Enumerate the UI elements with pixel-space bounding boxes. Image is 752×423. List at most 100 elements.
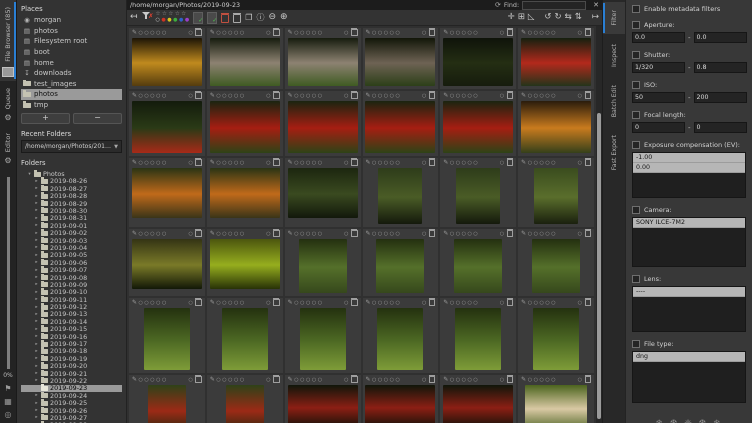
- rank-dot-icon[interactable]: ○: [539, 29, 543, 37]
- edit-profile-icon[interactable]: ✎: [288, 159, 293, 167]
- edit-profile-icon[interactable]: ✎: [443, 92, 448, 100]
- rank-dot-icon[interactable]: ○: [384, 376, 388, 384]
- rank-dot-icon[interactable]: ○: [551, 92, 555, 100]
- rank-dot-icon[interactable]: ○: [312, 29, 316, 37]
- iso-from-input[interactable]: [632, 92, 685, 103]
- rank-dot-icon[interactable]: ○: [534, 159, 538, 167]
- rank-dot-icon[interactable]: ○: [539, 159, 543, 167]
- rank-dot-icon[interactable]: ○: [384, 299, 388, 307]
- rank-dot-icon[interactable]: ○: [306, 29, 310, 37]
- trash-icon[interactable]: [351, 230, 358, 237]
- rank-dot-icon[interactable]: ○: [539, 376, 543, 384]
- thumbnail-grid-icon[interactable]: ▦: [4, 398, 12, 406]
- edit-profile-icon[interactable]: ✎: [521, 376, 526, 384]
- thumbnail-image[interactable]: [455, 308, 501, 370]
- color-label-icon[interactable]: ○: [344, 299, 348, 307]
- rank-dot-icon[interactable]: ○: [528, 29, 532, 37]
- edit-profile-icon[interactable]: ✎: [521, 230, 526, 238]
- rank-dot-icon[interactable]: ○: [378, 92, 382, 100]
- color-label-icon[interactable]: ○: [500, 29, 504, 37]
- rank-dot-icon[interactable]: ○: [378, 230, 382, 238]
- thumbnail-image[interactable]: [377, 308, 423, 370]
- show-unedited-filter-button[interactable]: ✓: [207, 12, 217, 24]
- place-item[interactable]: ▤ photos: [21, 26, 122, 37]
- trash-icon[interactable]: [273, 299, 280, 306]
- rank-dot-icon[interactable]: ○: [144, 299, 148, 307]
- rank-dot-icon[interactable]: ○: [318, 159, 322, 167]
- thumbnail-cell[interactable]: ✎ ○ ○ ○ ○ ○ ○: [518, 91, 594, 156]
- thumbnail-cell[interactable]: ✎ ○ ○ ○ ○ ○ ○: [207, 229, 283, 296]
- rank-dot-icon[interactable]: ○: [396, 376, 400, 384]
- rank-dot-icon[interactable]: ○: [234, 29, 238, 37]
- edit-profile-icon[interactable]: ✎: [443, 376, 448, 384]
- rank-dot-icon[interactable]: ○: [372, 376, 376, 384]
- collapse-left-panel-button[interactable]: ↤: [130, 11, 138, 24]
- place-item[interactable]: test_images: [21, 79, 122, 90]
- rank-dot-icon[interactable]: ○: [150, 92, 154, 100]
- navigator-target-icon[interactable]: ◎: [5, 411, 12, 419]
- rank-dot-icon[interactable]: ○: [156, 376, 160, 384]
- rank-dot-icon[interactable]: ○: [156, 92, 160, 100]
- thumbnail-cell[interactable]: ✎ ○ ○ ○ ○ ○ ○: [363, 298, 439, 373]
- trash-icon[interactable]: [195, 29, 202, 36]
- color-label-icon[interactable]: ○: [188, 92, 192, 100]
- rank-dot-icon[interactable]: ○: [545, 29, 549, 37]
- rank-dot-icon[interactable]: ○: [312, 376, 316, 384]
- rank-dot-icon[interactable]: ○: [222, 299, 226, 307]
- zoom-in-thumbnails-button[interactable]: ⊕: [280, 11, 288, 24]
- add-place-button[interactable]: +: [21, 113, 70, 124]
- edit-profile-icon[interactable]: ✎: [210, 29, 215, 37]
- rank-dot-icon[interactable]: ○: [139, 29, 143, 37]
- rank-dot-icon[interactable]: ○: [312, 159, 316, 167]
- rank-dot-icon[interactable]: ○: [240, 92, 244, 100]
- rank-dot-icon[interactable]: ○: [473, 92, 477, 100]
- straighten-icon[interactable]: ◺: [528, 11, 535, 24]
- rank-dot-icon[interactable]: ○: [234, 299, 238, 307]
- rank-dot-icon[interactable]: ○: [396, 299, 400, 307]
- rank-dot-icon[interactable]: ○: [462, 159, 466, 167]
- rotate-left-icon[interactable]: ↺: [544, 11, 551, 24]
- color-label-icon[interactable]: ○: [422, 299, 426, 307]
- rank-dot-icon[interactable]: ○: [144, 159, 148, 167]
- remove-place-button[interactable]: −: [73, 113, 122, 124]
- rank-dot-icon[interactable]: ○: [228, 159, 232, 167]
- rank-dot-icon[interactable]: ○: [467, 376, 471, 384]
- rank-dot-icon[interactable]: ○: [222, 376, 226, 384]
- rank-dot-icon[interactable]: ○: [228, 92, 232, 100]
- rank-dot-icon[interactable]: ○: [312, 230, 316, 238]
- rank-dot-icon[interactable]: ○: [456, 159, 460, 167]
- edit-profile-icon[interactable]: ✎: [521, 299, 526, 307]
- rank-dot-icon[interactable]: ○: [384, 159, 388, 167]
- color-label-icon[interactable]: ○: [188, 159, 192, 167]
- rank-dot-icon[interactable]: ○: [306, 159, 310, 167]
- edit-profile-icon[interactable]: ✎: [210, 230, 215, 238]
- rank-dot-icon[interactable]: ○: [390, 299, 394, 307]
- color-label-filter-icon[interactable]: ●: [173, 18, 177, 23]
- place-item[interactable]: tmp: [21, 100, 122, 111]
- thumbnail-cell[interactable]: ✎ ○ ○ ○ ○ ○ ○: [129, 91, 205, 156]
- rank-dot-icon[interactable]: ○: [139, 230, 143, 238]
- thumbnail-image[interactable]: [443, 101, 513, 153]
- thumbnail-cell[interactable]: ✎ ○ ○ ○ ○ ○ ○: [207, 375, 283, 423]
- rank-dot-icon[interactable]: ○: [378, 376, 382, 384]
- color-label-icon[interactable]: ○: [500, 159, 504, 167]
- rank-dot-icon[interactable]: ○: [551, 29, 555, 37]
- trash-icon[interactable]: [429, 92, 436, 99]
- thumbnail-cell[interactable]: ✎ ○ ○ ○ ○ ○ ○: [440, 91, 516, 156]
- color-label-icon[interactable]: ○: [188, 376, 192, 384]
- edit-profile-icon[interactable]: ✎: [132, 92, 137, 100]
- edit-profile-icon[interactable]: ✎: [132, 299, 137, 307]
- edit-profile-icon[interactable]: ✎: [132, 376, 137, 384]
- rank-dot-icon[interactable]: ○: [318, 376, 322, 384]
- rank-dot-icon[interactable]: ○: [240, 299, 244, 307]
- trash-icon[interactable]: [351, 92, 358, 99]
- thumbnail-cell[interactable]: ✎ ○ ○ ○ ○ ○ ○: [129, 375, 205, 423]
- rank-dot-icon[interactable]: ○: [216, 299, 220, 307]
- rank-dot-icon[interactable]: ○: [450, 230, 454, 238]
- rank-dot-icon[interactable]: ○: [228, 230, 232, 238]
- refresh-icon[interactable]: ⟳: [495, 1, 501, 9]
- thumbnail-image[interactable]: [378, 168, 422, 224]
- rank-dot-icon[interactable]: ○: [228, 376, 232, 384]
- rank-dot-icon[interactable]: ○: [372, 29, 376, 37]
- rank-dot-icon[interactable]: ○: [396, 159, 400, 167]
